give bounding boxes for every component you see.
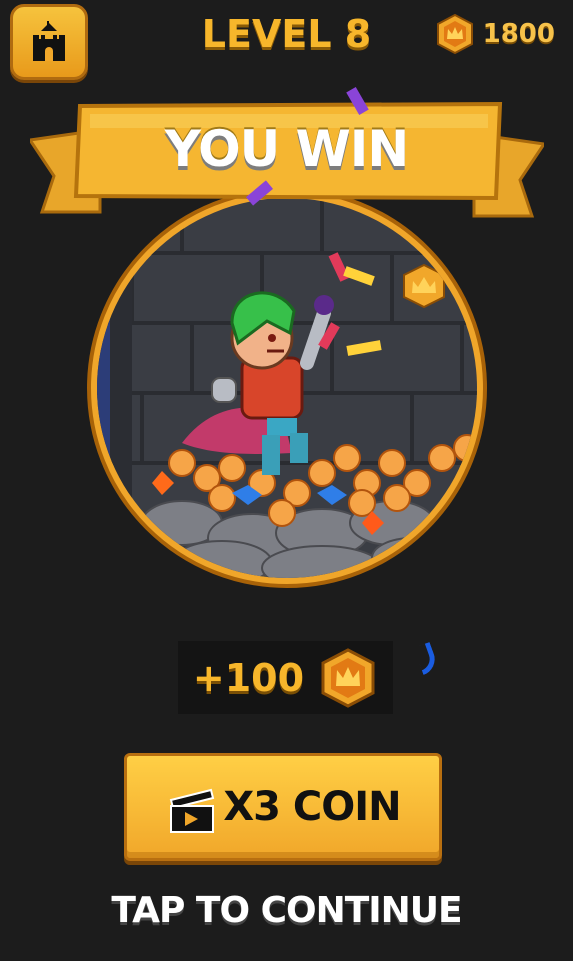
confetti-piece [413,641,440,676]
reward-panel: +100 [178,641,393,714]
coin-counter: 1800 [435,14,555,54]
reward-amount: +100 [192,655,305,700]
crown-coin-icon [436,14,473,54]
win-title: YOU WIN [164,120,410,178]
top-bar: LEVEL 8 1800 [0,0,573,80]
crown-coin-icon [321,647,375,708]
x3-coin-label: X3 COIN [223,784,401,830]
victory-scene [87,193,487,588]
x3-coin-button[interactable]: X3 COIN [124,753,442,861]
clapperboard-icon [170,788,215,833]
tap-to-continue[interactable]: TAP TO CONTINUE [0,890,573,931]
coin-total: 1800 [482,19,555,49]
